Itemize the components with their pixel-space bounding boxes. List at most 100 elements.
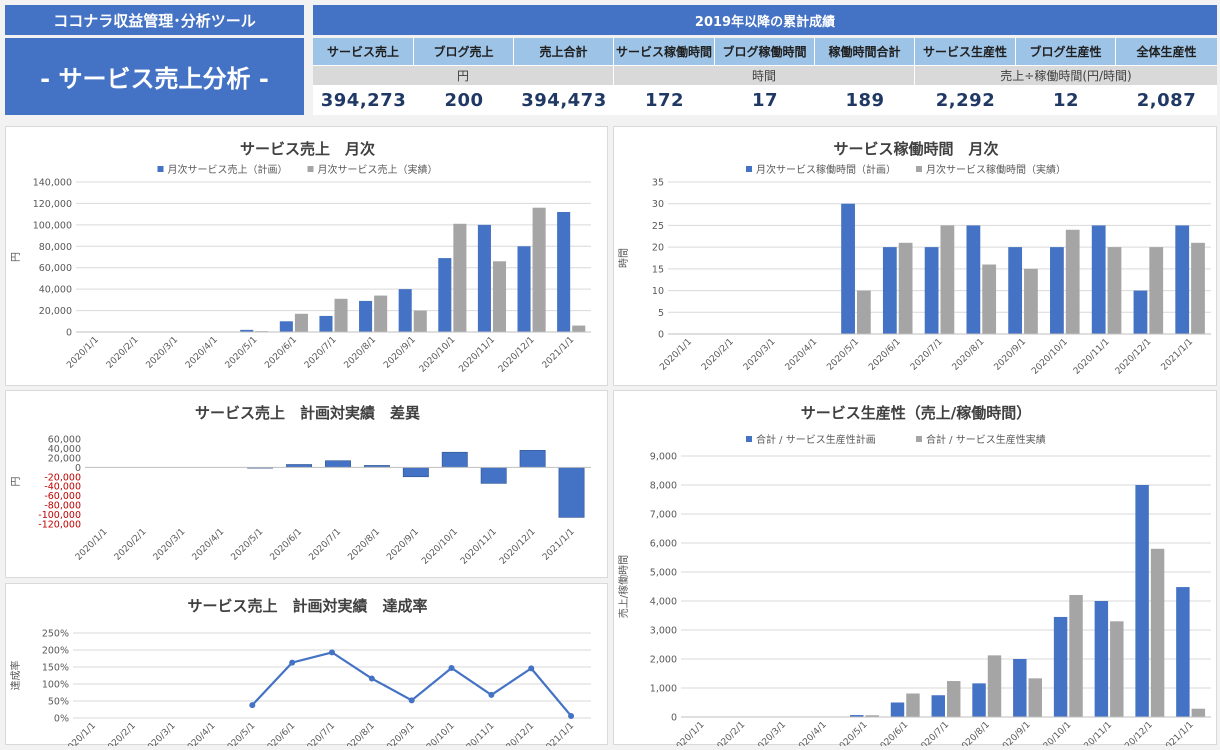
- bar[interactable]: [279, 321, 293, 332]
- y-tick-label: 60,000: [39, 263, 72, 274]
- bar[interactable]: [519, 450, 546, 468]
- bar[interactable]: [1065, 229, 1080, 334]
- bar[interactable]: [1107, 247, 1122, 334]
- bar[interactable]: [1094, 601, 1109, 717]
- x-tick-label: 2020/12/1: [497, 721, 537, 746]
- bar[interactable]: [906, 693, 920, 717]
- x-tick-label: 2020/5/1: [222, 721, 258, 746]
- bar[interactable]: [398, 289, 412, 332]
- bar[interactable]: [1135, 485, 1149, 717]
- bar[interactable]: [924, 247, 939, 334]
- bar[interactable]: [947, 681, 961, 717]
- bar[interactable]: [982, 264, 997, 334]
- bar[interactable]: [441, 451, 468, 468]
- bar[interactable]: [841, 203, 855, 334]
- metric-label-blog-sales: ブログ売上: [414, 38, 514, 65]
- bar[interactable]: [1191, 242, 1205, 334]
- bar[interactable]: [1191, 708, 1206, 717]
- x-tick-label: 2020/1/1: [74, 527, 110, 563]
- bar[interactable]: [1149, 247, 1164, 334]
- metric-value-blog-sales: 200: [444, 90, 484, 111]
- bar[interactable]: [987, 655, 1002, 717]
- bar[interactable]: [402, 467, 429, 478]
- chart-sales: サービス売上 月次月次サービス売上（計画） 月次サービス売上（実績） 0 20,000…: [11, 140, 591, 375]
- y-tick-label: 20: [652, 243, 664, 254]
- line-point[interactable]: [408, 697, 415, 704]
- bar[interactable]: [413, 310, 427, 332]
- x-tick-label: 2020/1/1: [671, 720, 707, 746]
- bar[interactable]: [940, 225, 955, 334]
- bar[interactable]: [480, 467, 507, 484]
- bar[interactable]: [856, 290, 871, 334]
- summary-title: 2019年以降の累計成績: [313, 5, 1217, 35]
- y-tick-label: 5,000: [650, 568, 677, 579]
- bar[interactable]: [294, 313, 308, 332]
- bar[interactable]: [453, 223, 467, 332]
- y-tick-label: 0: [671, 713, 677, 724]
- bar[interactable]: [1091, 225, 1106, 334]
- chart-title: サービス売上 計画対実績 差異: [195, 404, 420, 422]
- line-point[interactable]: [289, 659, 296, 666]
- bar[interactable]: [1110, 621, 1124, 717]
- bar[interactable]: [1175, 225, 1190, 334]
- chart-panel-productivity[interactable]: サービス生産性（売上/稼働時間） 合計 / サービス生産性計画 合計 / サービス生…: [613, 390, 1217, 750]
- y-tick-label: 3,000: [650, 626, 677, 637]
- chart-productivity: サービス生産性（売上/稼働時間） 合計 / サービス生産性計画 合計 / サービス生…: [617, 404, 1211, 750]
- bar[interactable]: [890, 702, 905, 718]
- x-tick-label: 2020/8/1: [343, 335, 379, 371]
- bar[interactable]: [532, 207, 546, 332]
- chart-panel-rate[interactable]: サービス売上 計画対実績 達成率 0% 50% 100% 150% 200% 250% 達成率…: [5, 583, 608, 750]
- line-point[interactable]: [528, 665, 535, 672]
- x-tick-label: 2020/9/1: [381, 721, 417, 746]
- bar[interactable]: [359, 300, 373, 332]
- bar[interactable]: [1069, 594, 1083, 717]
- line-point[interactable]: [329, 649, 335, 656]
- x-tick-label: 2020/8/1: [956, 720, 992, 746]
- line-point[interactable]: [249, 702, 256, 709]
- bar[interactable]: [931, 695, 945, 717]
- bar[interactable]: [1028, 678, 1042, 717]
- legend-swatch: [916, 166, 922, 172]
- bar[interactable]: [882, 247, 897, 334]
- line-point[interactable]: [488, 691, 495, 698]
- chart-panel-hours[interactable]: サービス稼働時間 月次 月次サービス稼働時間（計画） 月次サービス稼働時間（実績） 0…: [613, 126, 1217, 386]
- x-tick-label: 2020/7/1: [909, 337, 945, 373]
- metric-value-total-sales: 394,473: [521, 90, 607, 111]
- x-tick-label: 2020/9/1: [993, 337, 1029, 373]
- bar[interactable]: [966, 225, 981, 334]
- bar[interactable]: [517, 246, 531, 332]
- bar[interactable]: [334, 298, 348, 332]
- bar[interactable]: [319, 315, 333, 332]
- line-point[interactable]: [568, 712, 575, 719]
- y-tick-label: 6,000: [650, 539, 677, 550]
- bar[interactable]: [1133, 290, 1148, 334]
- bar[interactable]: [1024, 268, 1038, 334]
- bar[interactable]: [438, 258, 452, 332]
- legend-label: 合計 / サービス生産性実績: [926, 433, 1046, 446]
- bar[interactable]: [572, 325, 586, 332]
- chart-panel-diff[interactable]: サービス売上 計画対実績 差異 60,000 40,000 20,000 0 -20,00…: [5, 390, 608, 578]
- chart-panel-sales[interactable]: サービス売上 月次 月次サービス売上（計画） 月次サービス売上（実績） 0 20,000…: [5, 126, 608, 386]
- bar[interactable]: [1053, 616, 1068, 717]
- bar[interactable]: [492, 261, 507, 332]
- bar[interactable]: [1150, 548, 1165, 717]
- bar[interactable]: [374, 295, 388, 332]
- bar[interactable]: [557, 212, 571, 332]
- bar[interactable]: [1008, 247, 1023, 334]
- line-point[interactable]: [448, 665, 455, 672]
- x-tick-label: 2020/6/1: [867, 337, 903, 373]
- y-axis-label: 円: [11, 477, 22, 487]
- x-tick-label: 2020/4/1: [184, 335, 220, 371]
- bar[interactable]: [1050, 247, 1064, 334]
- bar[interactable]: [1013, 659, 1027, 717]
- line-point[interactable]: [368, 675, 375, 682]
- bar[interactable]: [477, 224, 491, 332]
- bar[interactable]: [898, 242, 913, 334]
- x-tick-label: 2020/5/1: [825, 337, 861, 373]
- bar[interactable]: [558, 467, 585, 518]
- y-axis-label: 達成率: [9, 661, 22, 691]
- legend-label: 月次サービス稼働時間（実績）: [926, 163, 1066, 176]
- bar[interactable]: [325, 460, 351, 468]
- bar[interactable]: [972, 683, 986, 717]
- bar[interactable]: [1176, 587, 1190, 717]
